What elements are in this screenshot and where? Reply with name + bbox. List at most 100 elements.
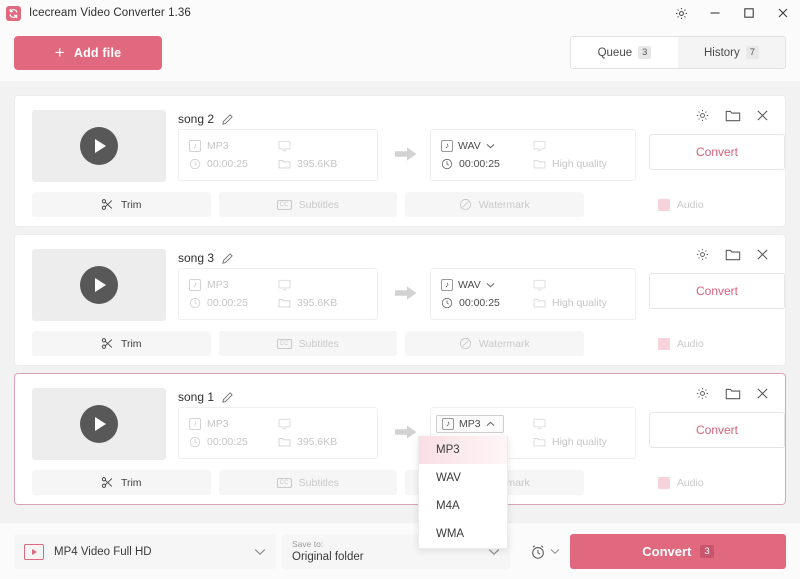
cc-icon: CC [276,477,292,488]
audio-button[interactable]: Audio [592,470,771,495]
table-row[interactable]: song 3 ♪ MP3 00:00:25 395.6KB ♪ WAV 00:0… [14,234,786,366]
trim-button[interactable]: Trim [32,331,211,356]
clock-icon [189,297,201,309]
output-settings: ♪ WAV 00:00:25 High quality [430,268,636,320]
add-file-button[interactable]: + Add file [14,36,162,70]
alarm-clock-icon [532,544,544,559]
watermark-icon [459,198,471,211]
refresh-icon [6,5,21,21]
music-note-icon: ♪ [189,418,201,430]
file-name-row: song 1 [178,390,234,404]
arrow-icon [395,146,417,167]
close-icon[interactable] [756,248,769,261]
tab-queue[interactable]: Queue 3 [571,37,678,68]
folder-open-icon[interactable] [725,248,741,262]
music-note-icon: ♪ [189,140,201,152]
convert-all-button[interactable]: Convert 3 [570,534,786,569]
video-thumbnail[interactable] [32,388,166,460]
clock-icon [441,158,453,170]
convert-button[interactable]: Convert [649,412,785,448]
preset-selector[interactable]: MP4 Video Full HD [14,534,276,569]
folder-open-icon[interactable] [725,387,741,401]
video-thumbnail[interactable] [32,110,166,182]
scissors-icon [101,338,113,349]
clock-icon [189,436,201,448]
subtitles-button[interactable]: CC Subtitles [218,192,397,217]
output-resolution [533,279,625,291]
pencil-icon[interactable] [221,113,234,126]
source-info: ♪ MP3 00:00:25 395.6KB [178,268,378,320]
tab-history-count: 7 [745,45,760,60]
output-duration: 00:00:25 [441,297,533,309]
tab-queue-label: Queue [597,46,633,59]
gear-icon[interactable] [695,247,710,262]
audio-button[interactable]: Audio [592,331,771,356]
play-icon[interactable] [80,266,118,304]
tab-history[interactable]: History 7 [678,37,785,68]
timer-selector[interactable] [530,534,560,569]
top-toolbar: + Add file Queue 3 History 7 [0,26,800,81]
play-icon[interactable] [80,405,118,443]
output-format-selector[interactable]: ♪ WAV [441,140,533,152]
close-icon[interactable] [766,0,800,26]
play-icon[interactable] [80,127,118,165]
subtitles-button[interactable]: CC Subtitles [218,331,397,356]
plus-icon: + [54,42,65,62]
table-row[interactable]: song 2 ♪ MP3 00:00:25 395.6KB ♪ WAV 00:0… [14,95,786,227]
gear-icon[interactable] [664,0,698,26]
output-format-value: WAV [458,140,481,152]
output-format-value: WAV [458,279,481,291]
output-resolution [533,418,625,430]
card-actions [695,108,769,123]
output-format-selector[interactable]: ♪ MP3 [436,415,533,433]
dropdown-option-wav[interactable]: WAV [419,464,507,492]
table-row[interactable]: song 1 ♪ MP3 00:00:25 395.6KB ♪ MP3 High… [14,373,786,505]
convert-button[interactable]: Convert [649,273,785,309]
clock-icon [189,158,201,170]
card-actions [695,386,769,401]
dropdown-option-mp3[interactable]: MP3 [419,436,507,464]
trim-button[interactable]: Trim [32,470,211,495]
source-size: 395.6KB [278,158,367,170]
close-icon[interactable] [756,387,769,400]
output-info: ♪ WAV 00:00:25 High quality [430,129,636,181]
monitor-icon [278,140,291,152]
scissors-icon [101,199,113,210]
watermark-button[interactable]: Watermark [405,192,584,217]
file-name: song 1 [178,390,215,404]
app-window: Icecream Video Converter 1.36 + Add file [0,0,800,579]
chevron-down-icon [486,143,495,149]
dropdown-option-wma[interactable]: WMA [419,520,507,548]
convert-all-count: 3 [700,544,714,559]
pencil-icon[interactable] [221,391,234,404]
subtitles-button[interactable]: CC Subtitles [218,470,397,495]
trim-button[interactable]: Trim [32,192,211,217]
source-info: ♪ MP3 00:00:25 395.6KB [178,407,378,459]
output-quality: High quality [533,158,625,170]
output-format-selector[interactable]: ♪ WAV [441,279,533,291]
audio-button[interactable]: Audio [592,192,771,217]
gear-icon[interactable] [695,386,710,401]
folder-icon [278,159,291,169]
format-dropdown-menu[interactable]: MP3 WAV M4A WMA [418,436,508,549]
file-name-row: song 3 [178,251,234,265]
file-name: song 2 [178,112,215,126]
watermark-button[interactable]: Watermark [405,331,584,356]
folder-icon [533,298,546,308]
pencil-icon[interactable] [221,252,234,265]
close-icon[interactable] [756,109,769,122]
minimize-icon[interactable] [698,0,732,26]
chevron-down-icon [254,548,266,555]
dropdown-option-m4a[interactable]: M4A [419,492,507,520]
gear-icon[interactable] [695,108,710,123]
convert-button[interactable]: Convert [649,134,785,170]
video-thumbnail[interactable] [32,249,166,321]
chevron-up-icon [486,421,495,427]
folder-open-icon[interactable] [725,109,741,123]
maximize-icon[interactable] [732,0,766,26]
card-actions [695,247,769,262]
film-icon [24,543,44,560]
monitor-icon [533,418,546,430]
window-title: Icecream Video Converter 1.36 [29,7,191,19]
music-note-icon: ♪ [189,279,201,291]
